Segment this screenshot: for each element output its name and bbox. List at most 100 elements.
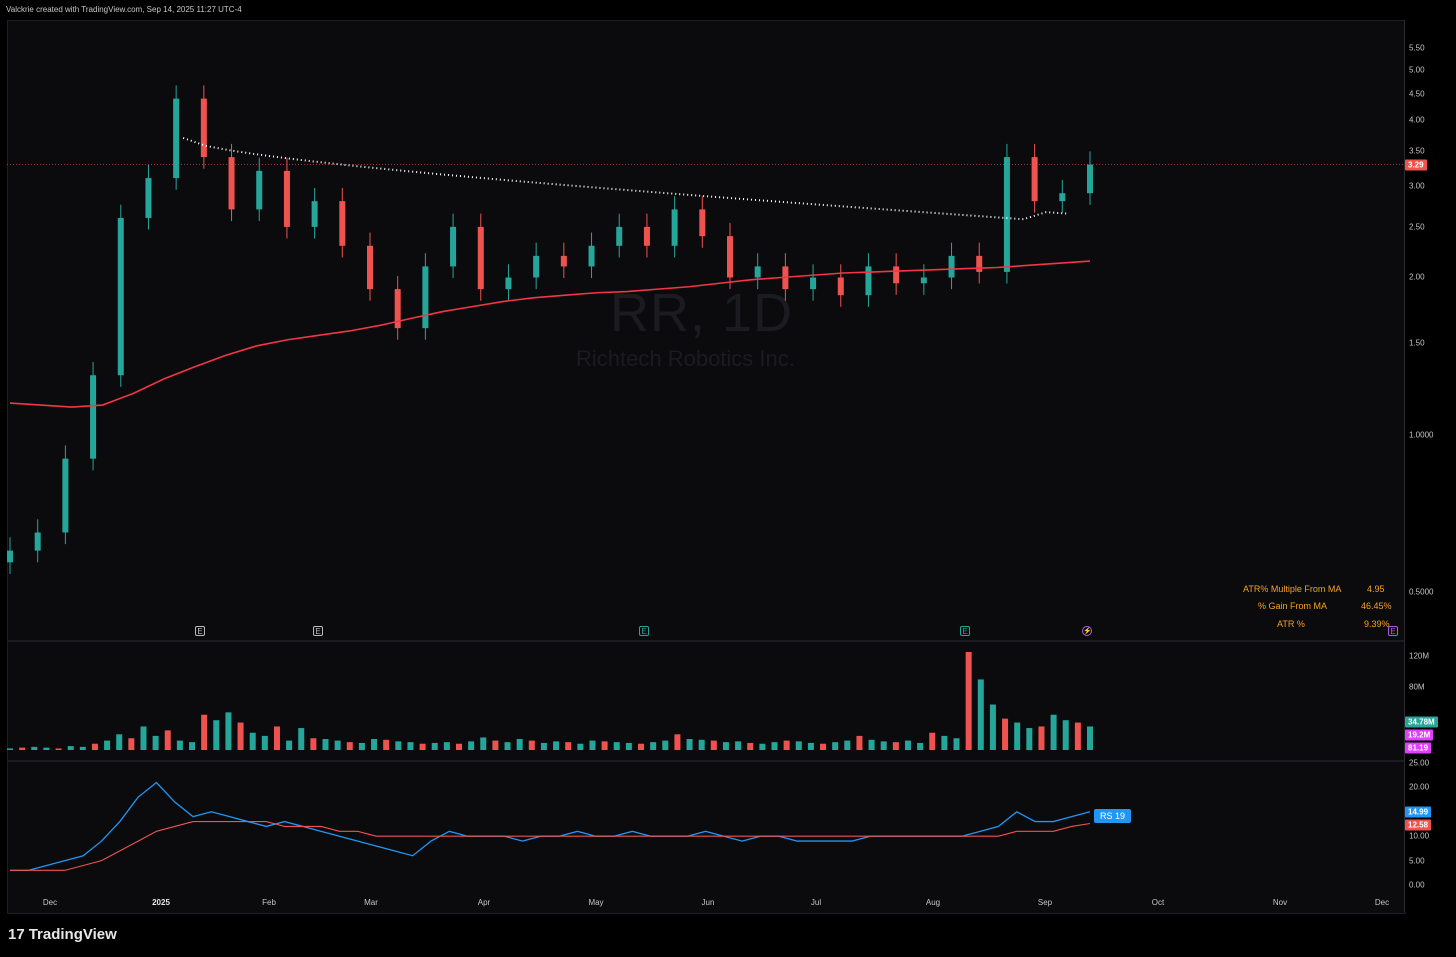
volume-bar [480,737,487,750]
candle-body [699,209,706,237]
volume-bar [929,732,936,750]
volume-bar [55,748,62,750]
candle-body [865,266,872,296]
volume-bar [1050,714,1057,750]
volume-bar [941,735,948,750]
volume-bar [431,742,438,750]
candle-body [893,266,900,284]
volume-bar [540,742,547,750]
earnings-marker[interactable]: E [313,626,323,636]
volume-bar [201,714,208,750]
volume-bar [650,742,657,750]
time-axis-label: Jun [701,898,715,907]
rs-tick-label: 20.00 [1409,782,1430,792]
earnings-marker[interactable]: E [1388,626,1398,636]
volume-bar [116,734,123,750]
stat-value-atr-multiple: 4.95 [1367,584,1385,594]
volume-bar [577,743,584,750]
volume-bar [674,734,681,750]
volume-bar [395,741,402,750]
volume-bar [371,739,378,750]
time-axis-label: Apr [477,898,491,907]
time-axis-label: Aug [925,898,941,907]
price-tick-label: 5.00 [1409,65,1425,75]
volume-bar [735,741,742,750]
price-tick-label: 3.00 [1409,181,1425,190]
volume-bar [67,746,74,750]
time-axis-label: Oct [1151,898,1165,907]
volume-bar [747,742,754,750]
volume-bar [225,712,232,750]
rs-ma-line [10,821,1091,871]
volume-bar [152,735,159,750]
time-axis-label: Feb [262,898,276,907]
volume-bar [686,739,693,750]
volume-bar [953,738,960,750]
volume-bar [565,742,572,750]
price-tick-label: 2.50 [1409,222,1425,232]
volume-bar [1014,722,1021,750]
volume-bar [528,740,535,750]
volume-bar [553,741,560,750]
volume-bar [140,726,147,750]
stat-value-gain-from-ma: 46.45% [1361,601,1392,611]
volume-bar [904,740,911,750]
volume-bar [504,742,511,750]
price-tick-label: 4.50 [1409,89,1425,99]
price-chart-svg[interactable] [0,0,1456,957]
volume-bar [261,735,268,750]
volume-bar [492,740,499,750]
time-axis-label: May [588,898,604,907]
price-tick-label: 1.50 [1409,338,1425,348]
volume-bar [516,739,523,750]
rs-tick-label: 25.00 [1409,758,1430,768]
earnings-marker[interactable]: E [195,626,205,636]
tradingview-icon: 17 [8,926,25,943]
candle-body [62,458,69,533]
volume-bar [176,740,183,750]
candle-body [367,245,373,290]
volume-bar [322,739,329,750]
volume-bar [419,743,426,750]
volume-bar [189,742,196,750]
volume-bar [1074,722,1081,750]
volume-bar [310,738,317,750]
volume-bar [91,743,98,750]
volume-bar [638,743,645,750]
candle-body [533,255,540,278]
price-tick-label: 4.00 [1409,115,1425,125]
candle-body [1059,193,1066,202]
volume-bar [892,742,899,750]
rs-value-tag: 14.99 [1405,806,1432,818]
volume-bar [43,747,50,750]
volume-bar [917,742,924,750]
volume-bar [832,742,839,750]
price-tick-label: 2.00 [1409,272,1425,282]
volume-bar [880,741,887,750]
earnings-marker[interactable]: E [960,626,970,636]
price-tick-label: 3.50 [1409,146,1425,156]
volume-bar [298,728,305,750]
volume-tick-label: 80M [1409,682,1425,692]
volume-tick-label: 120M [1409,651,1430,661]
tradingview-logo[interactable]: 17 TradingView [8,926,117,943]
candle-body [948,255,955,278]
candle-body [145,178,152,218]
tradingview-logo-text: TradingView [28,926,117,943]
time-axis-label: Nov [1272,898,1288,907]
time-axis-label: Jul [810,898,822,907]
volume-bar [807,742,814,750]
earnings-marker[interactable]: E [639,626,649,636]
volume-bar [128,738,135,750]
lightning-icon[interactable]: ⚡ [1082,626,1092,636]
candle-body [339,201,346,246]
candle-body [1003,157,1010,272]
volume-bar [383,739,390,750]
volume-bar [710,740,717,750]
time-axis-label: Dec [42,898,58,907]
candle-body [1031,157,1038,202]
candle-body [450,226,457,267]
volume-bar [613,742,620,750]
candle-body [34,532,41,551]
rs-tick-label: 10.00 [1409,831,1430,841]
